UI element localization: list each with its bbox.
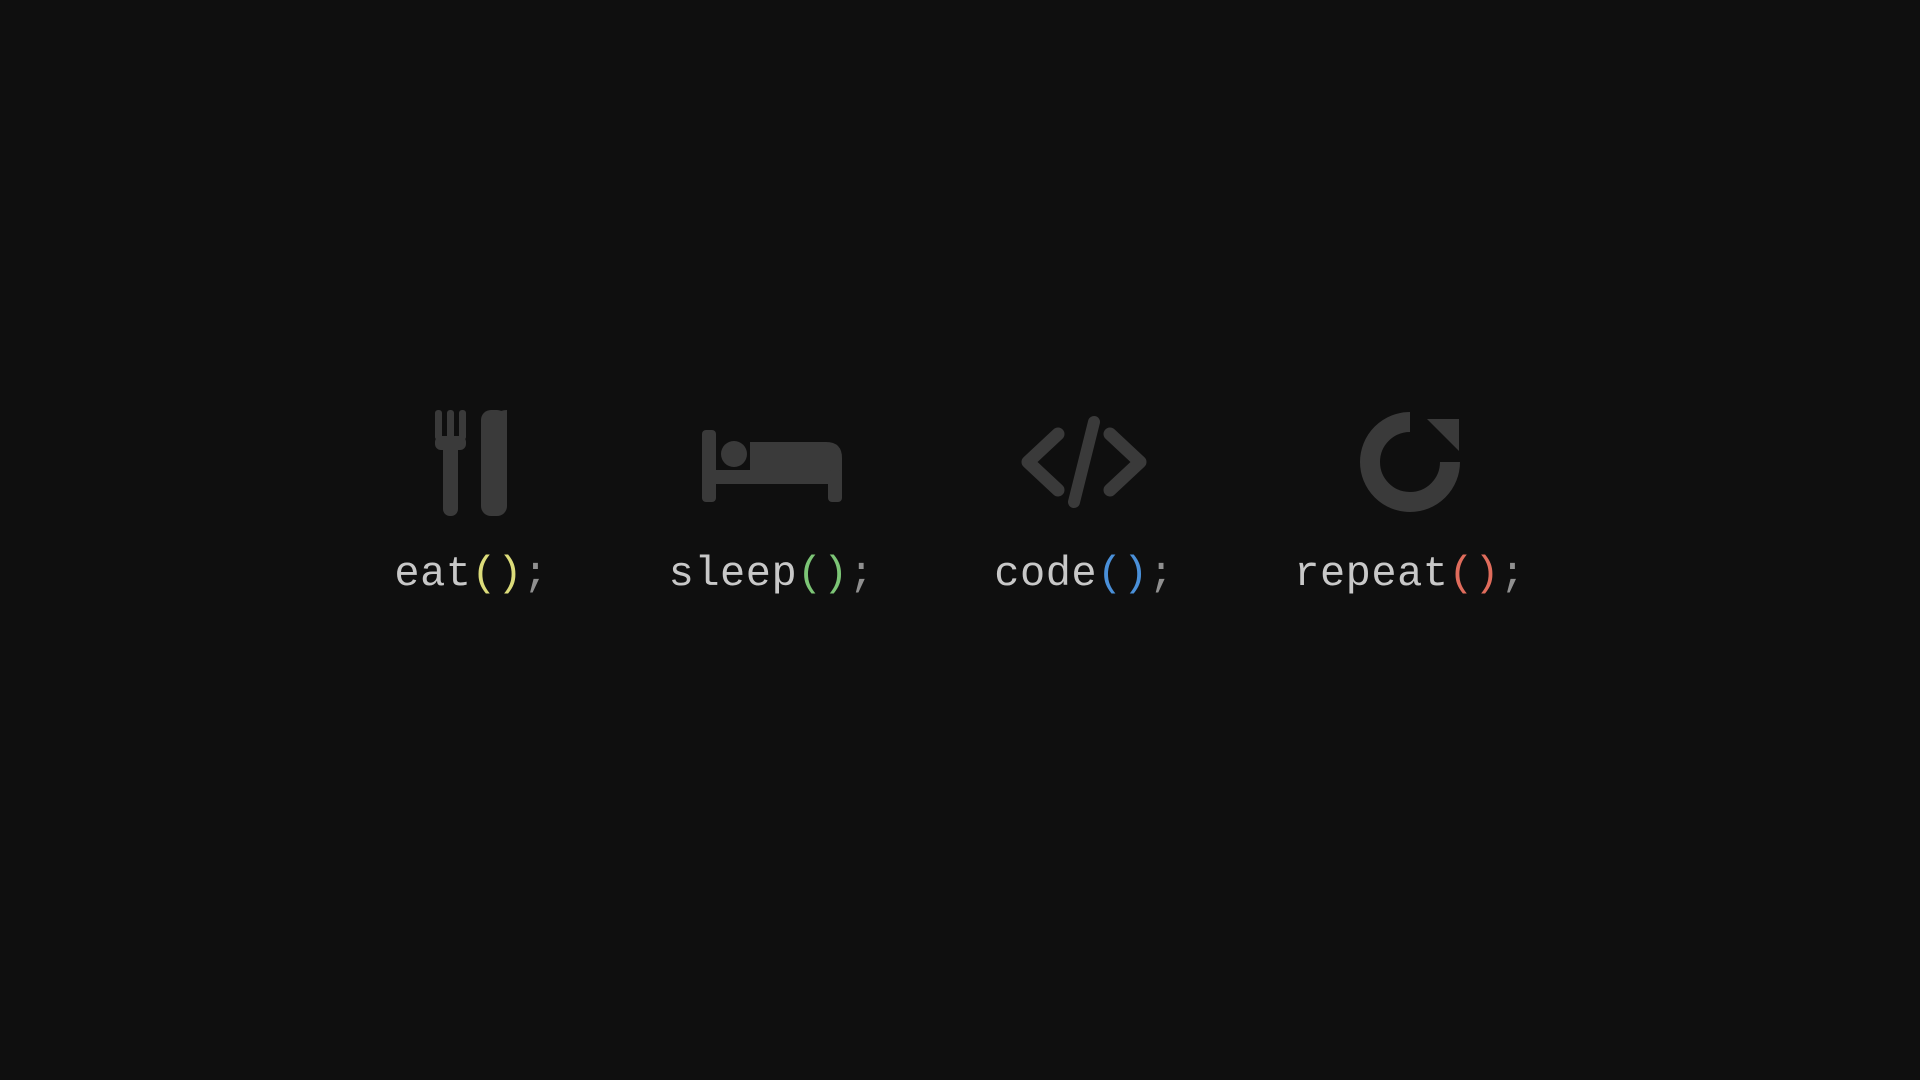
label-sleep: sleep(); <box>669 550 875 598</box>
semicolon: ; <box>1500 550 1526 598</box>
semicolon: ; <box>523 550 549 598</box>
wallpaper-content: eat(); sleep(); code(); <box>394 402 1525 598</box>
semicolon: ; <box>1149 550 1175 598</box>
item-eat: eat(); <box>394 402 548 598</box>
bed-icon <box>696 402 846 522</box>
parens: () <box>797 550 848 598</box>
code-brackets-icon <box>1014 402 1154 522</box>
item-code: code(); <box>994 402 1174 598</box>
semicolon: ; <box>849 550 875 598</box>
item-sleep: sleep(); <box>669 402 875 598</box>
fn-name: code <box>994 550 1097 598</box>
parens: () <box>1097 550 1148 598</box>
refresh-icon <box>1355 402 1465 522</box>
parens: () <box>471 550 522 598</box>
label-code: code(); <box>994 550 1174 598</box>
fn-name: repeat <box>1294 550 1448 598</box>
label-eat: eat(); <box>394 550 548 598</box>
item-repeat: repeat(); <box>1294 402 1525 598</box>
fn-name: eat <box>394 550 471 598</box>
parens: () <box>1449 550 1500 598</box>
fork-knife-icon <box>421 402 521 522</box>
fn-name: sleep <box>669 550 798 598</box>
label-repeat: repeat(); <box>1294 550 1525 598</box>
